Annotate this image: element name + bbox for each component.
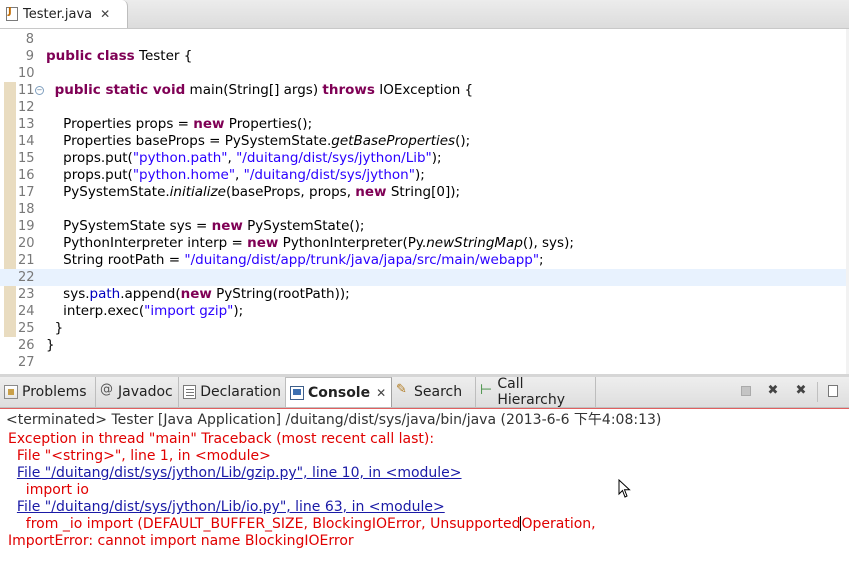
- console-line: import io: [8, 482, 89, 498]
- line-number: 13: [18, 117, 35, 132]
- tab-search[interactable]: Search: [392, 377, 476, 407]
- line-number: 22: [18, 270, 35, 285]
- line-number: 15: [18, 151, 35, 166]
- tab-search-label: Search: [414, 384, 463, 400]
- code-line[interactable]: 24 interp.exec("import gzip");: [0, 303, 849, 320]
- code-line[interactable]: 15 props.put("python.path", "/duitang/di…: [0, 150, 849, 167]
- code-line[interactable]: 17 PySystemState.initialize(baseProps, p…: [0, 184, 849, 201]
- line-number: 11: [18, 83, 35, 98]
- console-line: File "<string>", line 1, in <module>: [8, 448, 271, 464]
- stack-trace-link[interactable]: File "/duitang/dist/sys/jython/Lib/gzip.…: [17, 465, 462, 481]
- code-line[interactable]: 10: [0, 65, 849, 82]
- remove-all-terminated-icon[interactable]: ✖: [793, 383, 809, 399]
- code-line[interactable]: 25 }: [0, 320, 849, 337]
- code-line[interactable]: 14 Properties baseProps = PySystemState.…: [0, 133, 849, 150]
- tab-problems[interactable]: Problems: [0, 377, 96, 407]
- editor-tab-tester-java[interactable]: Tester.java ✕: [0, 0, 128, 28]
- code-line[interactable]: 18: [0, 201, 849, 218]
- code-line[interactable]: 23 sys.path.append(new PyString(rootPath…: [0, 286, 849, 303]
- code-line[interactable]: 8: [0, 31, 849, 48]
- line-number: 14: [18, 134, 35, 149]
- code-line[interactable]: 16 props.put("python.home", "/duitang/di…: [0, 167, 849, 184]
- code-text: Properties baseProps = PySystemState.get…: [46, 133, 471, 149]
- toolbar-divider: [817, 382, 818, 402]
- declaration-icon: [183, 385, 197, 399]
- code-line[interactable]: 13 Properties props = new Properties();: [0, 116, 849, 133]
- line-number: 25: [18, 321, 35, 336]
- code-text: props.put("python.path", "/duitang/dist/…: [46, 150, 442, 166]
- java-file-icon: [6, 6, 18, 21]
- line-number: 27: [18, 355, 35, 370]
- code-text: props.put("python.home", "/duitang/dist/…: [46, 167, 425, 183]
- tab-javadoc-label: Javadoc: [118, 384, 173, 400]
- line-number: 10: [18, 66, 35, 81]
- tab-call-hierarchy-label: Call Hierarchy: [497, 376, 566, 408]
- code-line[interactable]: 26}: [0, 337, 849, 354]
- console-icon: [290, 385, 304, 400]
- line-number: 23: [18, 287, 35, 302]
- line-number: 19: [18, 219, 35, 234]
- line-number: 24: [18, 304, 35, 319]
- code-text: Properties props = new Properties();: [46, 116, 313, 132]
- call-hierarchy-icon: [480, 382, 493, 399]
- search-icon: [396, 382, 410, 399]
- console-line: File "/duitang/dist/sys/jython/Lib/gzip.…: [8, 465, 462, 482]
- code-line[interactable]: 19 PySystemState sys = new PySystemState…: [0, 218, 849, 235]
- code-text: public static void main(String[] args) t…: [54, 82, 474, 98]
- editor-tab-bar: Tester.java ✕: [0, 0, 849, 29]
- tab-console-label: Console: [308, 384, 371, 401]
- line-number: 9: [25, 49, 34, 64]
- line-number: 16: [18, 168, 35, 183]
- code-editor[interactable]: 8 9 public class Tester {10 11− public stat…: [0, 29, 849, 374]
- code-text: String rootPath = "/duitang/dist/app/tru…: [46, 252, 544, 268]
- line-number: 21: [18, 253, 35, 268]
- line-number: 17: [18, 185, 35, 200]
- remove-launch-icon[interactable]: ✖: [765, 383, 781, 399]
- tab-javadoc[interactable]: Javadoc: [96, 377, 179, 407]
- tab-call-hierarchy[interactable]: Call Hierarchy: [476, 376, 596, 408]
- clear-console-icon[interactable]: [826, 383, 842, 399]
- code-text: sys.path.append(new PyString(rootPath));: [46, 286, 350, 302]
- view-tab-bar: Problems Javadoc Declaration Console ✕ S…: [0, 376, 849, 408]
- code-line[interactable]: 9 public class Tester {: [0, 48, 849, 65]
- tab-console[interactable]: Console ✕: [286, 377, 392, 407]
- javadoc-icon: [100, 382, 114, 399]
- console-line: File "/duitang/dist/sys/jython/Lib/io.py…: [8, 499, 445, 516]
- line-number: 20: [18, 236, 35, 251]
- code-line[interactable]: 27: [0, 354, 849, 371]
- code-line[interactable]: 21 String rootPath = "/duitang/dist/app/…: [0, 252, 849, 269]
- terminate-icon[interactable]: [738, 383, 754, 399]
- tab-declaration[interactable]: Declaration: [179, 377, 286, 407]
- line-number: 12: [18, 100, 35, 115]
- code-text: }: [46, 337, 55, 353]
- console-output[interactable]: <terminated> Tester [Java Application] /…: [0, 408, 849, 578]
- code-line[interactable]: 11− public static void main(String[] arg…: [0, 82, 849, 99]
- code-text: PySystemState sys = new PySystemState();: [46, 218, 365, 234]
- console-process-header: <terminated> Tester [Java Application] /…: [6, 412, 662, 428]
- console-line: from _io import (DEFAULT_BUFFER_SIZE, Bl…: [8, 516, 596, 532]
- tab-declaration-label: Declaration: [200, 384, 281, 400]
- code-line[interactable]: 20 PythonInterpreter interp = new Python…: [0, 235, 849, 252]
- console-line: Exception in thread "main" Traceback (mo…: [8, 431, 435, 447]
- code-text: interp.exec("import gzip");: [46, 303, 244, 319]
- line-number: 8: [25, 32, 34, 47]
- code-text: PySystemState.initialize(baseProps, prop…: [46, 184, 461, 200]
- close-icon[interactable]: ✕: [100, 7, 110, 21]
- code-line[interactable]: 12: [0, 99, 849, 116]
- line-number: 26: [18, 338, 35, 353]
- code-text: PythonInterpreter interp = new PythonInt…: [46, 235, 574, 251]
- line-number: 18: [18, 202, 35, 217]
- close-icon[interactable]: ✕: [376, 386, 386, 400]
- editor-tab-label: Tester.java: [23, 6, 93, 22]
- code-text: }: [46, 320, 64, 336]
- console-line: ImportError: cannot import name Blocking…: [8, 533, 354, 549]
- code-text: public class Tester {: [46, 48, 193, 64]
- code-line[interactable]: 22: [0, 269, 849, 286]
- fold-toggle-icon[interactable]: −: [35, 86, 44, 95]
- tab-problems-label: Problems: [22, 384, 87, 400]
- problems-icon: [4, 385, 18, 399]
- stack-trace-link[interactable]: File "/duitang/dist/sys/jython/Lib/io.py…: [17, 499, 445, 515]
